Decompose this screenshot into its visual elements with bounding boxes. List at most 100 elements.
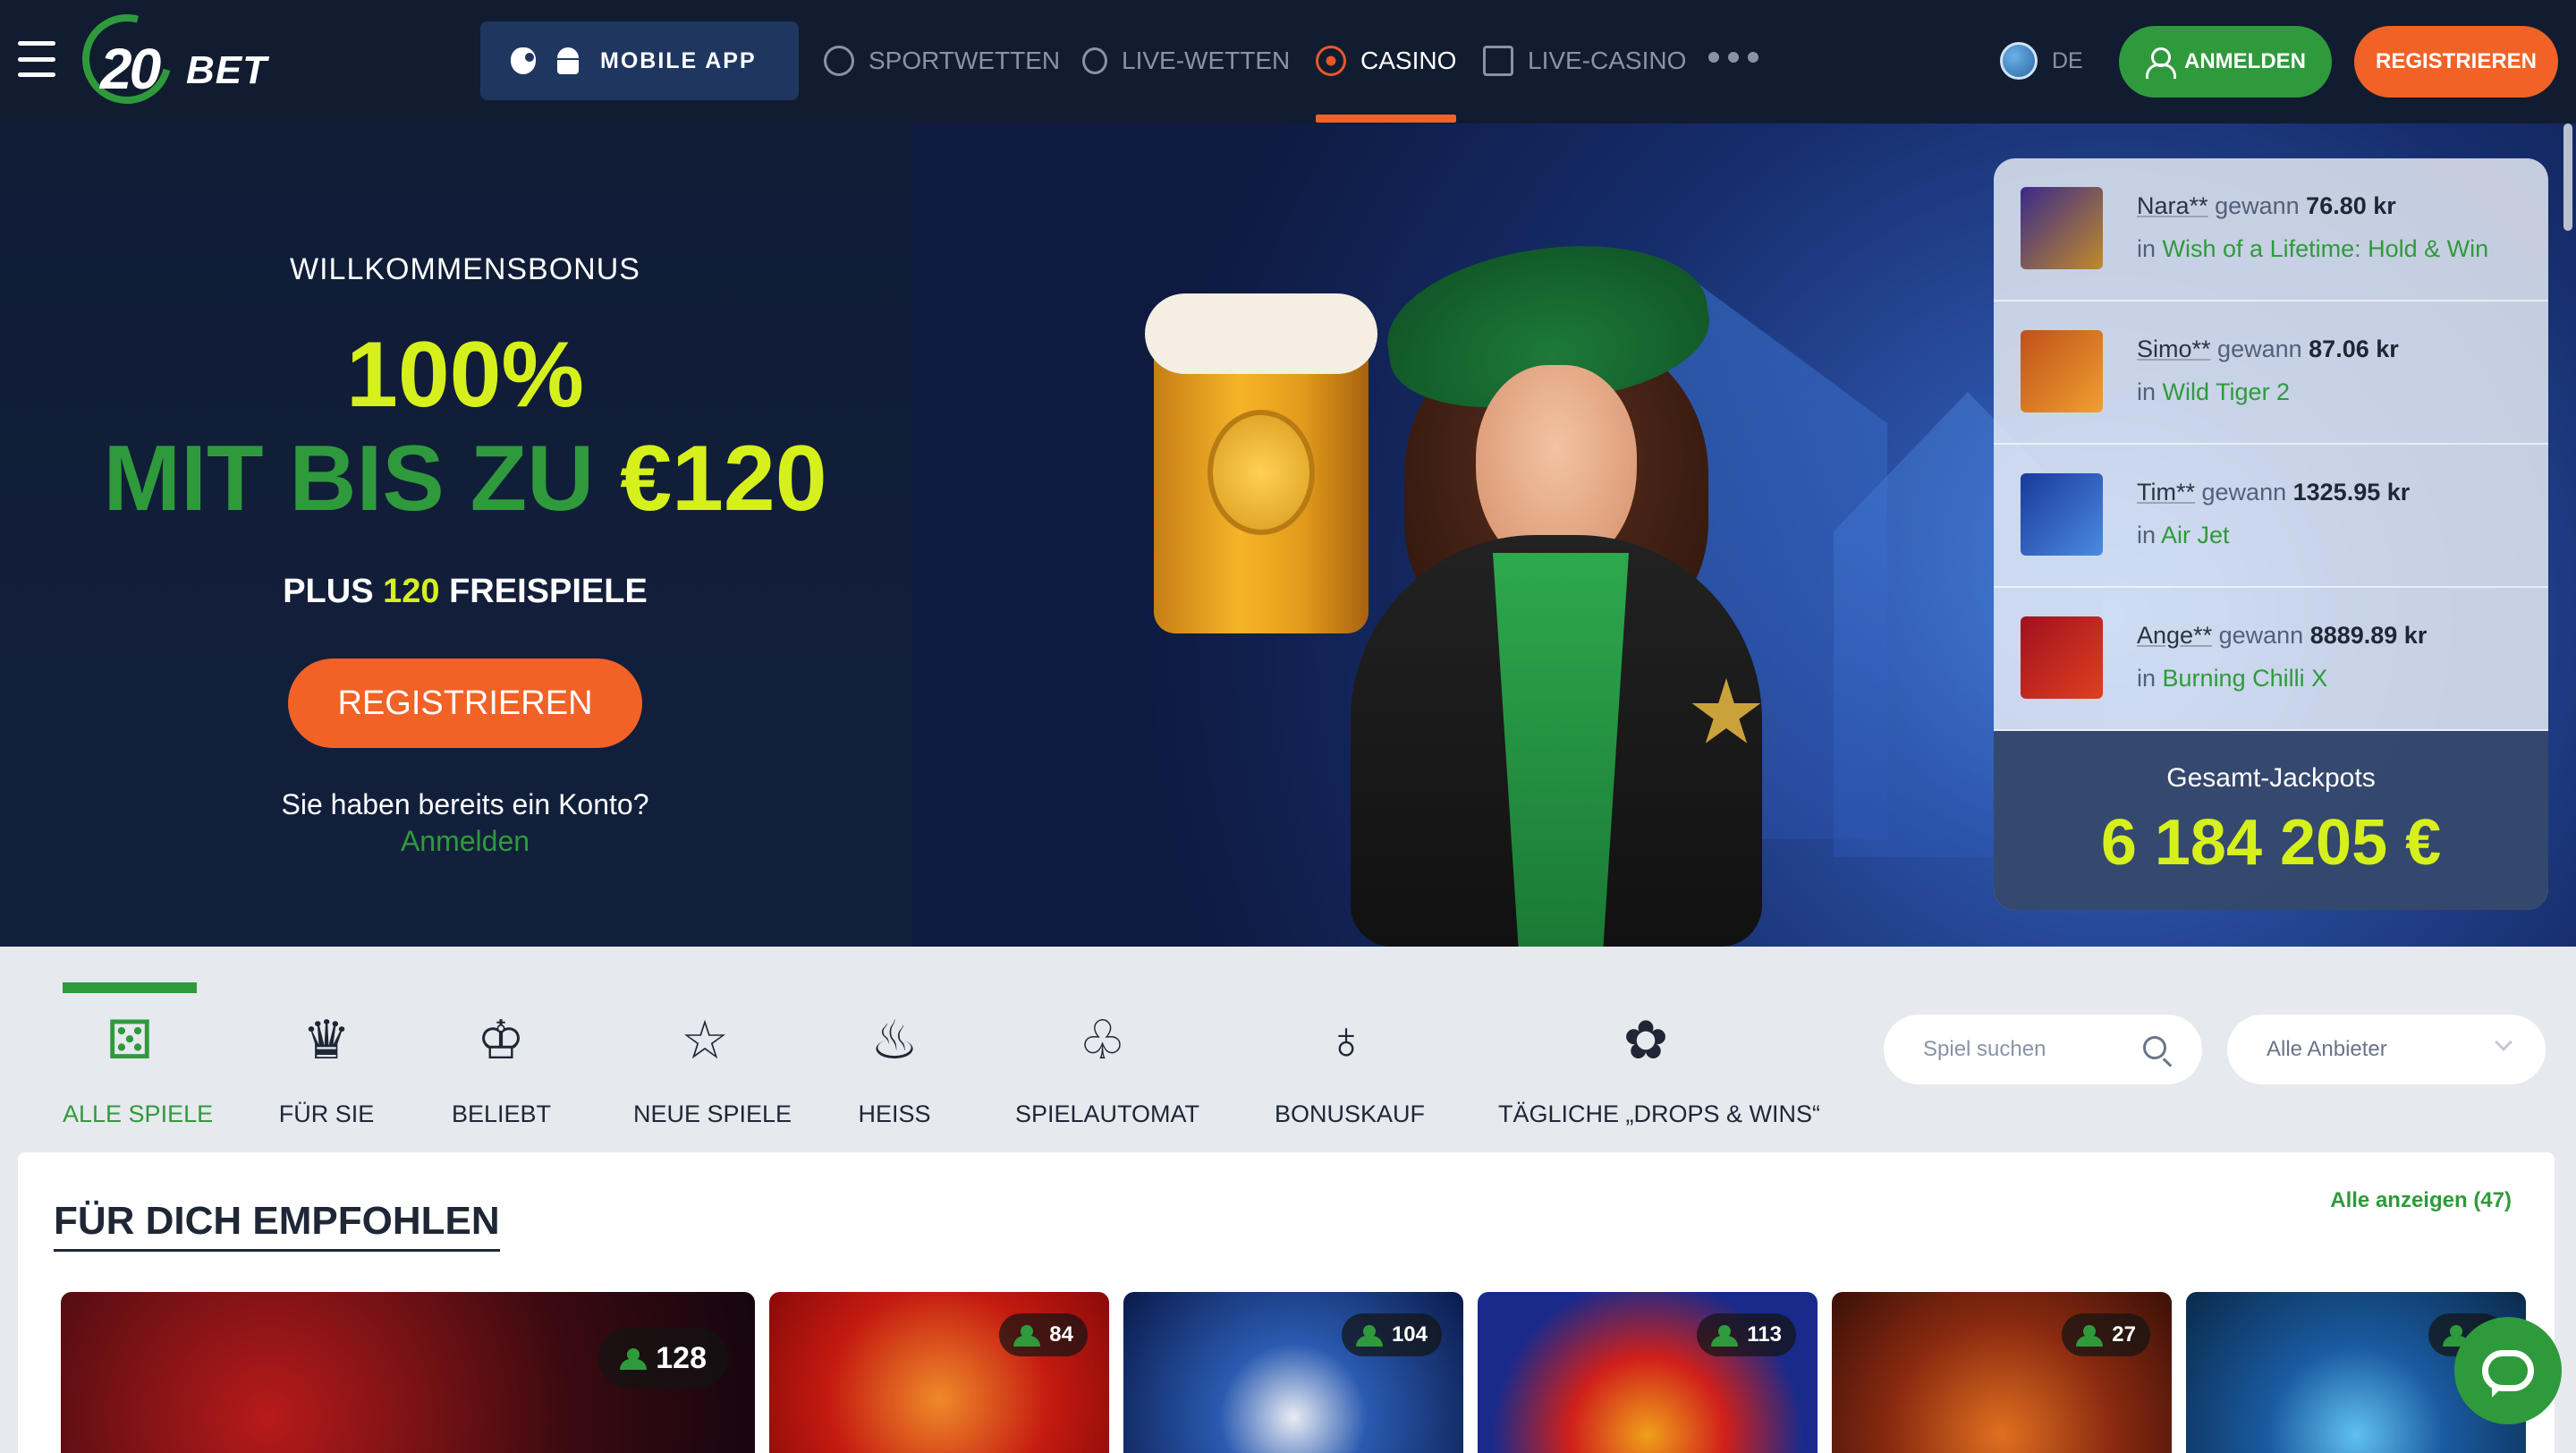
winner-game-link[interactable]: Wild Tiger 2 — [2163, 378, 2291, 405]
cherries-icon: ♧ — [1078, 1010, 1127, 1070]
category-alle-spiele[interactable]: ⚄ ALLE SPIELE — [63, 1009, 213, 1152]
winner-name: Nara** — [2137, 192, 2208, 219]
hero-banner: WILLKOMMENSBONUS 100% MIT BIS ZU €120 PL… — [0, 123, 2576, 947]
view-all-label: Alle anzeigen — [2330, 1188, 2468, 1212]
dice-icon: ⚄ — [106, 1010, 154, 1070]
nav-live-wetten[interactable]: LIVE-WETTEN — [1082, 36, 1290, 86]
winner-row[interactable]: Nara** gewann 76.80 kr in Wish of a Life… — [1994, 158, 2548, 302]
promo-amount: €120 — [620, 427, 827, 531]
winner-game-line: in Wish of a Lifetime: Hold & Win — [2137, 235, 2488, 263]
mobile-app-button[interactable]: MOBILE APP — [480, 21, 799, 100]
brand-logo[interactable]: 20 BET — [65, 0, 267, 121]
category-neue-spiele[interactable]: ☆ NEUE SPIELE — [633, 1009, 792, 1152]
nav-label: LIVE-WETTEN — [1122, 47, 1291, 74]
game-tile[interactable]: 27 — [1832, 1292, 2172, 1453]
live-chat-button[interactable] — [2454, 1317, 2562, 1424]
promo-free-spins: PLUS 120 FREISPIELE — [0, 573, 930, 611]
search-input[interactable] — [1923, 1037, 2138, 1062]
category-spielautomat[interactable]: ♧ SPIELAUTOMAT — [1015, 1009, 1200, 1152]
player-count-badge: 104 — [1341, 1313, 1442, 1356]
players-icon — [2076, 1325, 2104, 1347]
player-count-badge: 84 — [999, 1313, 1088, 1356]
promo-eyebrow: WILLKOMMENSBONUS — [290, 252, 640, 286]
winner-game-link[interactable]: Air Jet — [2161, 522, 2230, 548]
view-all-link[interactable]: Alle anzeigen (47) — [2330, 1188, 2512, 1213]
login-label: ANMELDEN — [2184, 49, 2306, 73]
game-search[interactable] — [1884, 1015, 2202, 1084]
hamburger-menu-icon[interactable] — [18, 41, 55, 77]
hero-register-button[interactable]: REGISTRIEREN — [288, 659, 642, 748]
winner-name: Ange** — [2137, 622, 2213, 649]
game-thumbnail — [2021, 473, 2103, 556]
page-scrollbar[interactable] — [2563, 123, 2572, 231]
search-icon[interactable] — [2143, 1036, 2166, 1059]
promo-percent: 100% — [346, 323, 584, 427]
logo-text: BET — [186, 48, 267, 92]
game-category-bar: ⚄ ALLE SPIELE ♛ FÜR SIE ♔ BELIEBT ☆ NEUE… — [0, 947, 2576, 1152]
winner-in: in — [2137, 378, 2157, 405]
game-tile[interactable]: 128 — [61, 1292, 755, 1453]
recent-winners-panel: Nara** gewann 76.80 kr in Wish of a Life… — [1994, 158, 2548, 910]
winner-verb: gewann — [2201, 479, 2287, 506]
winner-name: Simo** — [2137, 336, 2211, 362]
winner-game-line: in Wild Tiger 2 — [2137, 378, 2290, 406]
player-count: 104 — [1391, 1322, 1428, 1347]
winner-row[interactable]: Simo** gewann 87.06 kr in Wild Tiger 2 — [1994, 302, 2548, 445]
winner-game-link[interactable]: Burning Chilli X — [2163, 665, 2328, 692]
provider-select[interactable]: Alle Anbieter — [2227, 1015, 2546, 1084]
nav-live-casino[interactable]: LIVE-CASINO — [1483, 36, 1686, 86]
players-icon — [1711, 1325, 1739, 1347]
winner-name: Tim** — [2137, 479, 2195, 506]
winner-line: Simo** gewann 87.06 kr — [2137, 336, 2399, 363]
winner-line: Nara** gewann 76.80 kr — [2137, 192, 2396, 220]
login-button[interactable]: ANMELDEN — [2119, 26, 2332, 98]
section-title: FÜR DICH EMPFOHLEN — [54, 1199, 500, 1252]
nav-label: SPORTWETTEN — [869, 47, 1061, 74]
game-tile[interactable]: 84 — [769, 1292, 1109, 1453]
active-category-indicator — [63, 982, 197, 993]
more-menu-icon[interactable] — [1708, 52, 1758, 63]
category-label: BELIEBT — [452, 1100, 552, 1127]
game-thumbnail — [2021, 616, 2103, 699]
globe-icon — [2000, 42, 2038, 80]
player-count: 27 — [2112, 1322, 2136, 1347]
winner-verb: gewann — [2217, 336, 2302, 362]
winner-game-line: in Burning Chilli X — [2137, 665, 2327, 693]
players-icon — [1355, 1325, 1383, 1347]
winner-row[interactable]: Tim** gewann 1325.95 kr in Air Jet — [1994, 445, 2548, 588]
game-tile[interactable]: 104 — [1123, 1292, 1463, 1453]
winner-amount: 1325.95 kr — [2292, 479, 2411, 506]
winner-row[interactable]: Ange** gewann 8889.89 kr in Burning Chil… — [1994, 588, 2548, 731]
hero-login-link[interactable]: Anmelden — [0, 825, 930, 858]
winner-amount: 8889.89 kr — [2309, 622, 2428, 649]
drops-wins-icon: ✿ — [1623, 1010, 1669, 1070]
category-bonuskauf[interactable]: ♁ BONUSKAUF — [1275, 1009, 1425, 1152]
language-code: DE — [2052, 47, 2083, 73]
recommended-section: FÜR DICH EMPFOHLEN Alle anzeigen (47) 12… — [18, 1152, 2555, 1453]
category-fuer-sie[interactable]: ♛ FÜR SIE — [277, 1009, 376, 1152]
language-selector[interactable]: DE — [2000, 42, 2083, 80]
category-beliebt[interactable]: ♔ BELIEBT — [452, 1009, 552, 1152]
jackpot-label: Gesamt-Jackpots — [2166, 763, 2376, 793]
winner-game-link[interactable]: Wish of a Lifetime: Hold & Win — [2163, 235, 2489, 262]
category-heiss[interactable]: ♨ HEISS — [854, 1009, 935, 1152]
winner-line: Ange** gewann 8889.89 kr — [2137, 622, 2427, 650]
register-button[interactable]: REGISTRIEREN — [2354, 26, 2558, 98]
soccer-ball-icon — [824, 46, 854, 76]
nav-label: LIVE-CASINO — [1528, 47, 1687, 74]
game-tile[interactable]: 113 — [1478, 1292, 1818, 1453]
category-label: SPIELAUTOMAT — [1015, 1100, 1200, 1127]
players-icon — [620, 1348, 648, 1370]
euro-coin-icon — [1208, 410, 1315, 535]
hero-character-illustration — [1118, 177, 1762, 947]
nav-sportwetten[interactable]: SPORTWETTEN — [824, 36, 1060, 86]
player-count: 84 — [1049, 1322, 1073, 1347]
winner-amount: 87.06 kr — [2309, 336, 2399, 362]
winner-in: in — [2137, 665, 2157, 692]
mobile-app-label: MOBILE APP — [600, 47, 757, 73]
winner-line: Tim** gewann 1325.95 kr — [2137, 479, 2410, 506]
person-star-icon: ♛ — [302, 1010, 351, 1070]
promo-amount-line: MIT BIS ZU €120 — [0, 426, 930, 532]
category-drops-wins[interactable]: ✿ TÄGLICHE „DROPS & WINS“ — [1498, 1009, 1820, 1152]
nav-casino[interactable]: CASINO — [1316, 36, 1456, 86]
